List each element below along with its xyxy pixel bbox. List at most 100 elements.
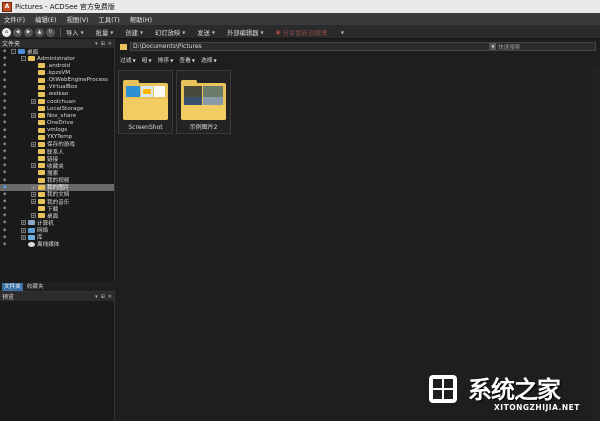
- close-icon[interactable]: ✕: [108, 294, 112, 300]
- sort-button[interactable]: 排序▼: [158, 55, 174, 64]
- expand-icon[interactable]: +: [31, 141, 36, 147]
- dropdown-icon[interactable]: ▾: [95, 41, 98, 47]
- pin-icon[interactable]: ◆: [3, 213, 6, 218]
- expand-icon[interactable]: +: [31, 199, 36, 205]
- tree-item[interactable]: ◆ + 网络: [0, 227, 114, 234]
- expand-icon[interactable]: +: [31, 163, 36, 169]
- tree-item[interactable]: ◆ + Nox_share: [0, 112, 114, 119]
- pin-icon[interactable]: ◆: [3, 163, 6, 168]
- import-button[interactable]: 导入 ▼: [66, 28, 84, 37]
- pin-icon[interactable]: ◆: [3, 56, 6, 61]
- tree-item[interactable]: ◆ + coolchuan: [0, 98, 114, 105]
- tab-folders[interactable]: 文件夹: [2, 282, 23, 291]
- pin-icon[interactable]: ◆: [3, 185, 6, 190]
- filter-button[interactable]: 过滤▼: [120, 55, 136, 64]
- menu-edit[interactable]: 编辑(E): [35, 15, 57, 24]
- group-button[interactable]: 组▼: [142, 55, 152, 64]
- pin-icon[interactable]: ◆: [3, 178, 6, 183]
- watermark-url: XITONGZHIJIA.NET: [494, 403, 580, 412]
- pin-icon[interactable]: ◆: [3, 170, 6, 175]
- toolbar-overflow-button[interactable]: ▼: [339, 30, 344, 35]
- refresh-icon[interactable]: ↻: [46, 27, 55, 37]
- expand-icon[interactable]: +: [21, 234, 26, 240]
- pin-icon[interactable]: ⊞: [101, 41, 105, 47]
- pin-icon[interactable]: ◆: [3, 149, 6, 154]
- share-weibo-label: 分享到新浪微博: [282, 29, 327, 37]
- pin-icon[interactable]: ◆: [3, 235, 6, 240]
- pin-icon[interactable]: ◆: [3, 220, 6, 225]
- pin-icon[interactable]: ◆: [3, 92, 6, 97]
- menu-help[interactable]: 帮助(H): [130, 15, 152, 24]
- pin-icon[interactable]: ◆: [3, 142, 6, 147]
- chevron-down-icon[interactable]: ▼: [490, 43, 496, 50]
- collapse-icon[interactable]: -: [21, 56, 26, 62]
- send-button[interactable]: 发送 ▼: [197, 28, 215, 37]
- expand-icon[interactable]: +: [31, 184, 36, 190]
- tree-item[interactable]: ◆ + 计算机: [0, 219, 114, 227]
- chevron-down-icon: ▼: [191, 58, 195, 63]
- pin-icon[interactable]: ◆: [3, 85, 6, 90]
- back-icon[interactable]: ◀: [13, 27, 22, 37]
- pin-icon[interactable]: ◆: [3, 78, 6, 83]
- tab-favorites[interactable]: 收藏夹: [25, 283, 46, 291]
- pin-icon[interactable]: ◆: [3, 113, 6, 118]
- pin-icon[interactable]: ◆: [3, 156, 6, 161]
- pin-icon[interactable]: ◆: [3, 199, 6, 204]
- menu-file[interactable]: 文件(F): [4, 15, 25, 24]
- batch-button[interactable]: 批量 ▼: [96, 28, 114, 37]
- pin-icon[interactable]: ◆: [3, 99, 6, 104]
- share-weibo-button[interactable]: ◉ 分享到新浪微博: [276, 28, 327, 37]
- expand-icon[interactable]: +: [21, 227, 26, 233]
- tree-item[interactable]: ◆ 离线媒体: [0, 241, 114, 248]
- pin-icon[interactable]: ◆: [3, 135, 6, 140]
- pin-icon[interactable]: ◆: [3, 206, 6, 211]
- chevron-down-icon: ▼: [260, 29, 264, 35]
- create-button[interactable]: 创建 ▼: [125, 28, 143, 37]
- expand-icon[interactable]: +: [31, 213, 36, 219]
- path-input[interactable]: D:\Documents\Pictures ▼: [130, 42, 500, 51]
- tree-item[interactable]: ◆ vmlogs: [0, 127, 114, 134]
- tree-item[interactable]: ◆ + 桌面: [0, 212, 114, 220]
- expand-icon[interactable]: +: [31, 113, 36, 119]
- tree-item[interactable]: ◆ - Administrator: [0, 55, 114, 62]
- home-icon[interactable]: ⌂: [2, 27, 11, 37]
- tree-item[interactable]: ◆ .android: [0, 62, 114, 69]
- pin-icon[interactable]: ◆: [3, 128, 6, 133]
- external-editor-button[interactable]: 外部编辑器 ▼: [227, 28, 264, 37]
- slideshow-button[interactable]: 幻灯放映 ▼: [155, 28, 185, 37]
- pin-icon[interactable]: ◆: [3, 120, 6, 125]
- pin-icon[interactable]: ◆: [3, 49, 6, 54]
- tree-item[interactable]: ◆ - 桌面: [0, 48, 114, 56]
- folder-thumbnail[interactable]: ScreenShot: [118, 70, 173, 134]
- tree-item[interactable]: ◆ OneDrive: [0, 119, 114, 126]
- thumbnail-label: ScreenShot: [128, 124, 163, 131]
- dropdown-icon[interactable]: ▾: [95, 294, 98, 300]
- pin-icon[interactable]: ⊞: [101, 294, 105, 300]
- folder-icon: [38, 120, 45, 126]
- folder-thumbnail[interactable]: 示例图片2: [176, 70, 231, 134]
- pin-icon[interactable]: ◆: [3, 63, 6, 68]
- pin-icon[interactable]: ◆: [3, 106, 6, 111]
- forward-icon[interactable]: ▶: [24, 27, 33, 37]
- expand-icon[interactable]: +: [31, 191, 36, 197]
- tree-item[interactable]: ◆ .QtWebEngineProcess: [0, 77, 114, 84]
- pin-icon[interactable]: ◆: [3, 192, 6, 197]
- expand-icon[interactable]: +: [21, 220, 26, 226]
- pin-icon[interactable]: ◆: [3, 70, 6, 75]
- tree-item[interactable]: ◆ .kpzsVM: [0, 69, 114, 76]
- pin-icon[interactable]: ◆: [3, 228, 6, 233]
- close-icon[interactable]: ✕: [108, 41, 112, 47]
- collapse-icon[interactable]: -: [11, 49, 16, 55]
- filter-label: 过滤: [120, 58, 132, 64]
- view-button[interactable]: 查看▼: [179, 55, 195, 64]
- menu-tools[interactable]: 工具(T): [98, 15, 119, 24]
- menu-view[interactable]: 视图(V): [67, 15, 89, 24]
- expand-icon[interactable]: +: [31, 99, 36, 105]
- select-button[interactable]: 选择▼: [201, 55, 217, 64]
- pin-icon[interactable]: ◆: [3, 242, 6, 247]
- tree-item[interactable]: ◆ .VirtualBox: [0, 84, 114, 91]
- tree-item[interactable]: ◆ LocalStorage: [0, 105, 114, 112]
- tree-item[interactable]: ◆ .weikao: [0, 91, 114, 98]
- quick-search[interactable]: ▼ 快速搜索: [489, 42, 596, 51]
- up-icon[interactable]: ▲: [35, 27, 44, 37]
